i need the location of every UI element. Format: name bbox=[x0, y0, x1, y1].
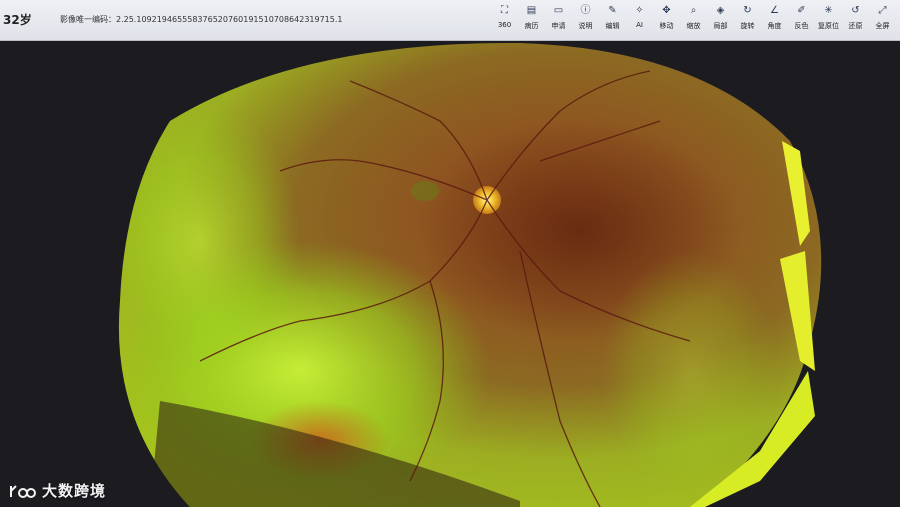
history-icon: ▤ bbox=[526, 5, 537, 16]
fullscreen-icon: ⤢ bbox=[878, 5, 887, 16]
watermark-text: 大数跨境 bbox=[42, 482, 107, 500]
tool-fullscreen[interactable]: ⤢ 全屏 bbox=[869, 4, 896, 38]
rotate-icon: ↻ bbox=[743, 5, 752, 16]
360-icon: ⛶ bbox=[501, 5, 508, 16]
tool-move[interactable]: ✥ 移动 bbox=[653, 4, 680, 38]
tool-label: 编辑 bbox=[605, 22, 620, 30]
color-icon: ✐ bbox=[797, 5, 806, 16]
tool-360[interactable]: ⛶ 360 bbox=[491, 4, 518, 38]
tool-label: 还原 bbox=[848, 22, 863, 30]
tool-label: 全屏 bbox=[875, 22, 890, 30]
fundus-image bbox=[0, 41, 900, 507]
patient-age: 32岁 bbox=[3, 13, 32, 27]
measure-icon: ∠ bbox=[770, 5, 779, 16]
tool-rotate[interactable]: ↻ 旋转 bbox=[734, 4, 761, 38]
ai-icon: ✧ bbox=[635, 5, 644, 16]
request-icon: ▭ bbox=[553, 5, 564, 16]
tool-label: 360 bbox=[497, 21, 512, 29]
restore-icon: ↺ bbox=[851, 5, 860, 16]
tool-restore[interactable]: ↺ 还原 bbox=[842, 4, 869, 38]
edit-icon: ✎ bbox=[608, 5, 617, 16]
watermark: 大数跨境 bbox=[8, 480, 106, 501]
tool-label: 旋转 bbox=[740, 22, 755, 30]
tool-reset-position[interactable]: ✳ 复原位 bbox=[815, 4, 842, 38]
tool-label: 反色 bbox=[794, 22, 809, 30]
tool-label: AI bbox=[636, 21, 643, 29]
top-toolbar: 32岁 影像唯一编码：2.25.109219465558376520760191… bbox=[0, 0, 900, 41]
tool-edit[interactable]: ✎ 编辑 bbox=[599, 4, 626, 38]
tool-zoom[interactable]: ⌕ 缩放 bbox=[680, 4, 707, 38]
move-icon: ✥ bbox=[662, 5, 671, 16]
zoom-icon: ⌕ bbox=[690, 5, 697, 16]
tool-ai[interactable]: ✧ AI bbox=[626, 4, 653, 38]
tool-info[interactable]: ⓘ 说明 bbox=[572, 4, 599, 38]
tool-local[interactable]: ◈ 局部 bbox=[707, 4, 734, 38]
tool-request[interactable]: ▭ 申请 bbox=[545, 4, 572, 38]
reset-position-icon: ✳ bbox=[824, 5, 833, 16]
tool-label: 说明 bbox=[578, 22, 593, 30]
info-icon: ⓘ bbox=[580, 5, 591, 16]
tool-label: 局部 bbox=[713, 22, 728, 30]
tool-color[interactable]: ✐ 反色 bbox=[788, 4, 815, 38]
image-uid: 影像唯一编码：2.25.1092194655583765207601915107… bbox=[60, 15, 343, 24]
tool-group: ⛶ 360 ▤ 病历 ▭ 申请 ⓘ 说明 ✎ 编辑 ✧ AI ✥ 移动 ⌕ 缩放 ◈ 局部 ↻ 旋转 ∠ 角度 ✐ 反色 ✳ 复原… bbox=[491, 4, 896, 38]
tool-label: 移动 bbox=[659, 22, 674, 30]
tool-history[interactable]: ▤ 病历 bbox=[518, 4, 545, 38]
tool-label: 申请 bbox=[551, 22, 566, 30]
tool-label: 复原位 bbox=[818, 22, 839, 30]
fundus-viewer[interactable] bbox=[0, 41, 900, 507]
tool-measure[interactable]: ∠ 角度 bbox=[761, 4, 788, 38]
watermark-logo-icon bbox=[10, 484, 36, 498]
tool-label: 角度 bbox=[767, 22, 782, 30]
tool-label: 病历 bbox=[524, 22, 539, 30]
tool-label: 缩放 bbox=[686, 22, 701, 30]
local-icon: ◈ bbox=[716, 5, 725, 16]
